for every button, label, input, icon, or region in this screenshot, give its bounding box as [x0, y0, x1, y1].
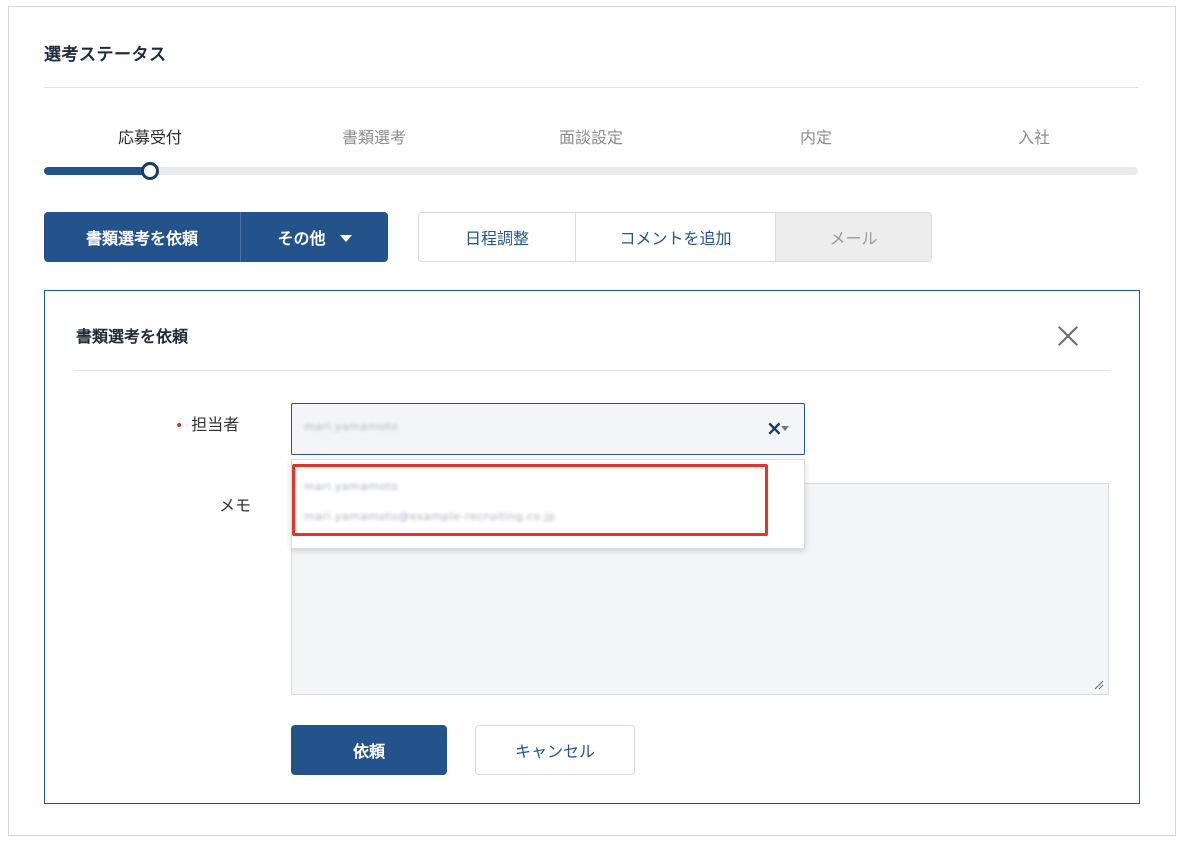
resize-handle-icon[interactable] [1092, 678, 1104, 690]
request-screening-button[interactable]: 書類選考を依頼 [44, 212, 241, 262]
highlight-annotation-box [292, 464, 768, 536]
section-title: 選考ステータス [44, 45, 167, 65]
assignee-select[interactable]: mari.yamamoto × [291, 403, 805, 455]
assignee-label: • 担当者 [175, 411, 239, 435]
step-label-offer: 内定 [799, 128, 833, 147]
request-screening-panel: 書類選考を依頼 • 担当者 mari.yamamoto × メモ mari.yam… [44, 290, 1140, 804]
mail-button[interactable]: メール [775, 213, 931, 261]
memo-label: メモ [219, 496, 252, 515]
schedule-button[interactable]: 日程調整 [419, 213, 575, 261]
divider [44, 87, 1138, 88]
step-label-document-screening: 書類選考 [341, 128, 407, 147]
assignee-dropdown-menu: mari.yamamoto mari.yamamoto@example-recr… [291, 459, 805, 549]
select-arrow-icon[interactable] [781, 426, 789, 431]
primary-action-group: 書類選考を依頼 その他 [44, 212, 388, 262]
required-marker: • [175, 418, 184, 434]
secondary-action-group: 日程調整 コメントを追加 メール [418, 212, 932, 262]
panel-title: 書類選考を依頼 [76, 327, 189, 346]
progress-track [44, 162, 1138, 180]
submit-request-button[interactable]: 依頼 [291, 725, 447, 775]
caret-down-icon [339, 234, 352, 242]
close-icon[interactable] [1057, 325, 1079, 347]
step-label-interview-setup: 面談設定 [558, 128, 624, 147]
progress-fill [44, 167, 150, 175]
panel-divider [74, 370, 1110, 371]
cancel-button[interactable]: キャンセル [475, 725, 635, 775]
step-label-application: 応募受付 [117, 128, 183, 147]
step-label-joining: 入社 [1017, 128, 1051, 147]
progress-steps: 応募受付 書類選考 面談設定 内定 入社 [44, 124, 1138, 148]
add-comment-button[interactable]: コメントを追加 [575, 213, 775, 261]
assignee-select-value: mari.yamamoto [304, 420, 399, 433]
assignee-label-text: 担当者 [191, 415, 240, 434]
progress-knob [141, 162, 159, 180]
other-button-label: その他 [277, 229, 326, 248]
other-dropdown-button[interactable]: その他 [241, 212, 388, 262]
